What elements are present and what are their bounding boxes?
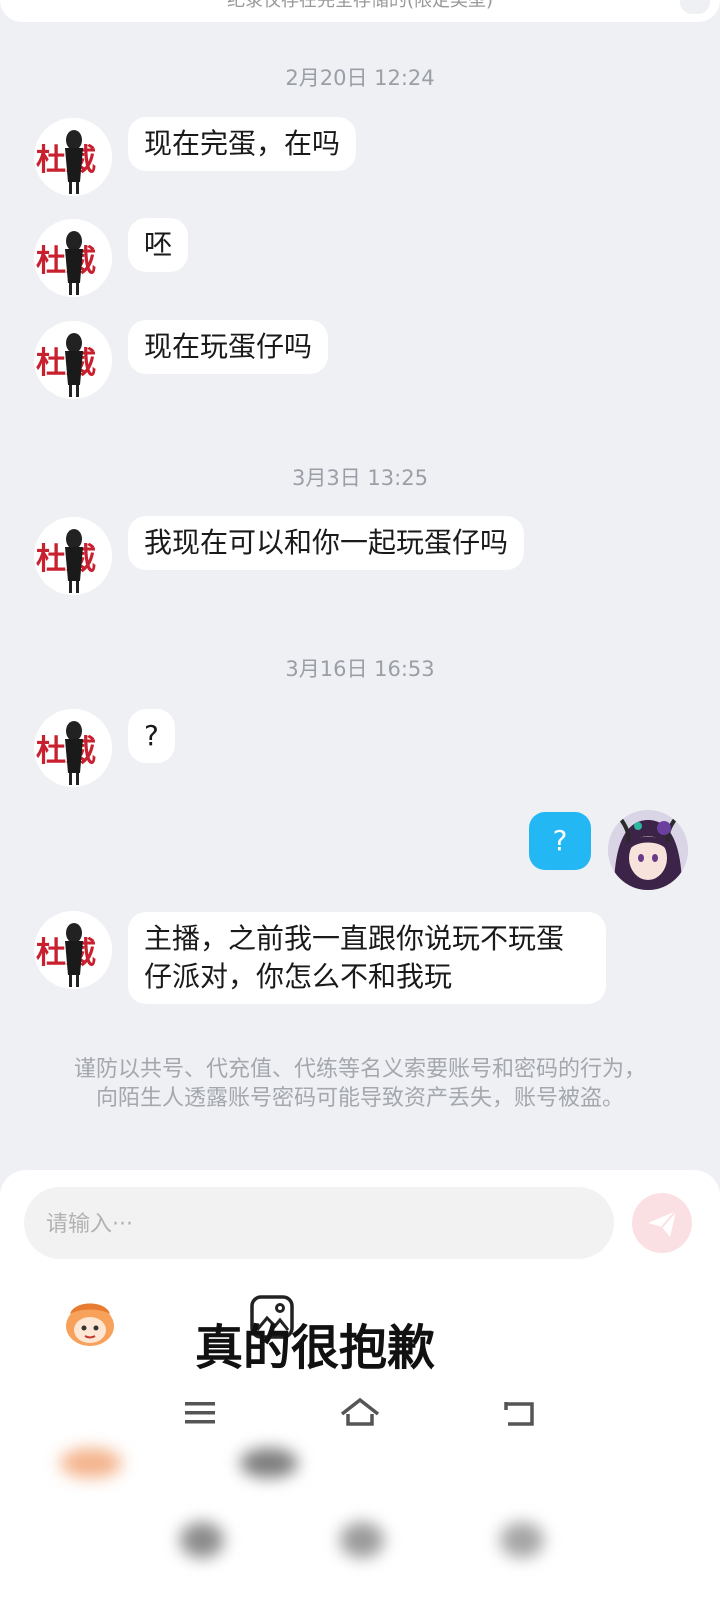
contact-avatar[interactable]: 杜威	[34, 517, 112, 595]
avatar-image: 杜威	[34, 118, 112, 196]
avatar-image: 杜威	[34, 219, 112, 297]
emoji-button[interactable]	[60, 1294, 120, 1348]
message-input[interactable]	[44, 1187, 588, 1261]
top-header-text: 纪录仅存在完全存储的(限定类型)	[226, 0, 494, 11]
avatar-image: 杜威	[34, 709, 112, 787]
contact-avatar[interactable]: 杜威	[34, 219, 112, 297]
back-icon	[504, 1402, 534, 1426]
timestamp-1: 2月20日 12:24	[285, 66, 435, 90]
contact-avatar[interactable]: 杜威	[34, 709, 112, 787]
message-input-box[interactable]	[24, 1187, 614, 1261]
incoming-message-bubble[interactable]: 现在玩蛋仔吗	[128, 320, 329, 374]
send-button[interactable]	[632, 1193, 692, 1253]
avatar-image: 杜威	[34, 911, 112, 989]
timestamp-2: 3月3日 13:25	[292, 466, 428, 490]
blurred-emoji-ghost	[60, 1448, 122, 1478]
nav-back-button[interactable]	[492, 1392, 548, 1440]
my-avatar-image	[608, 810, 688, 890]
blurred-image-ghost	[240, 1448, 298, 1478]
avatar-image: 杜威	[34, 517, 112, 595]
avatar-image: 杜威	[34, 321, 112, 399]
overlay-caption: 真的很抱歉	[195, 1320, 436, 1376]
system-nav-bar	[0, 1392, 720, 1452]
blurred-nav-ghost	[500, 1522, 544, 1558]
home-icon	[340, 1397, 380, 1426]
contact-avatar[interactable]: 杜威	[34, 118, 112, 196]
paper-plane-icon	[648, 1210, 677, 1237]
top-header: 纪录仅存在完全存储的(限定类型)	[0, 0, 720, 22]
menu-icon	[185, 1402, 215, 1424]
outgoing-message-bubble[interactable]: ?	[529, 812, 591, 870]
incoming-message-bubble[interactable]: ?	[128, 709, 175, 763]
incoming-message-bubble[interactable]: 现在完蛋，在吗	[128, 117, 357, 171]
incoming-message-bubble[interactable]: 呸	[128, 218, 189, 272]
security-notice: 谨防以共号、代充值、代练等名义索要账号和密码的行为，向陌生人透露账号密码可能导致…	[73, 1057, 646, 1111]
timestamp-3: 3月16日 16:53	[285, 657, 435, 681]
blurred-background-row	[0, 1448, 720, 1600]
incoming-message-bubble[interactable]: 主播，之前我一直跟你说玩不玩蛋仔派对，你怎么不和我玩	[128, 912, 606, 1004]
nav-home-button[interactable]	[332, 1392, 388, 1440]
my-avatar[interactable]	[608, 810, 688, 890]
contact-avatar[interactable]: 杜威	[34, 911, 112, 989]
blurred-nav-ghost	[340, 1522, 384, 1558]
blurred-nav-ghost	[180, 1522, 224, 1558]
incoming-message-bubble[interactable]: 我现在可以和你一起玩蛋仔吗	[128, 516, 525, 570]
cartoon-face-icon	[66, 1303, 114, 1346]
nav-menu-button[interactable]	[172, 1392, 228, 1440]
contact-avatar[interactable]: 杜威	[34, 321, 112, 399]
